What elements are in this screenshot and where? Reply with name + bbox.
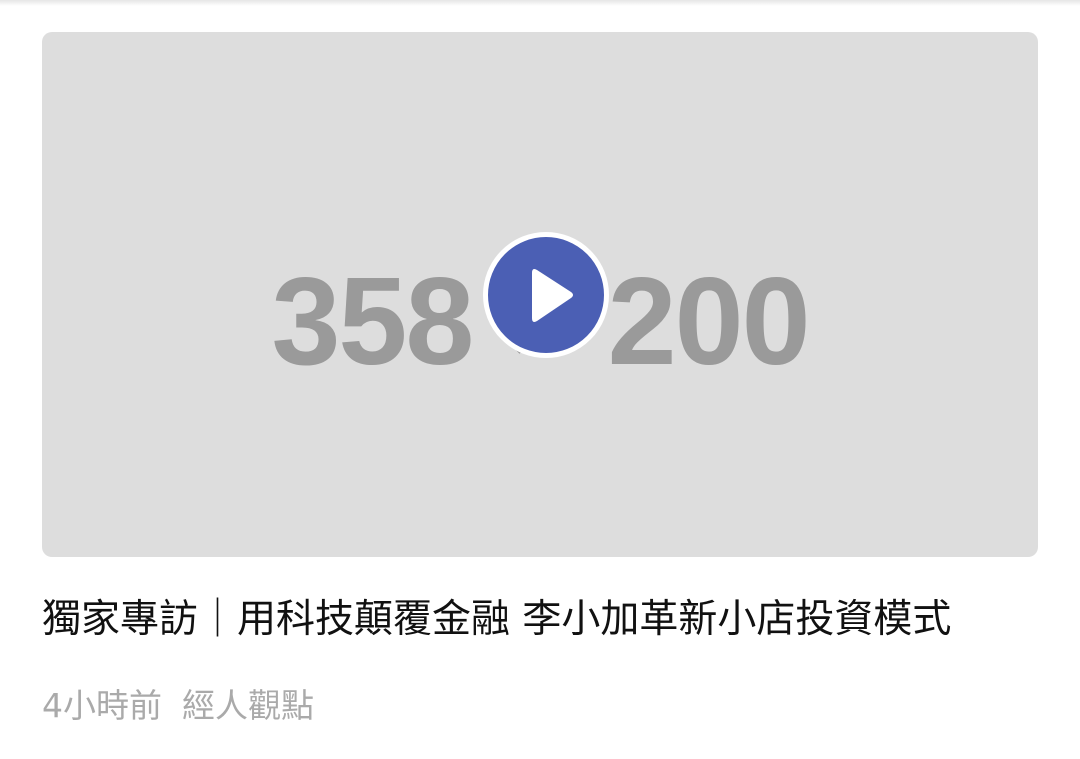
- play-icon: [532, 269, 573, 322]
- video-thumbnail[interactable]: 358 × 200: [42, 32, 1038, 557]
- play-button[interactable]: [483, 232, 609, 358]
- article-meta: 4小時前 經人觀點: [42, 684, 334, 728]
- category-label[interactable]: 經人觀點: [182, 686, 314, 725]
- timestamp: 4小時前: [42, 686, 162, 725]
- top-shadow: [0, 0, 1080, 6]
- article-title[interactable]: 獨家專訪｜用科技顛覆金融 李小加革新小店投資模式: [42, 594, 951, 646]
